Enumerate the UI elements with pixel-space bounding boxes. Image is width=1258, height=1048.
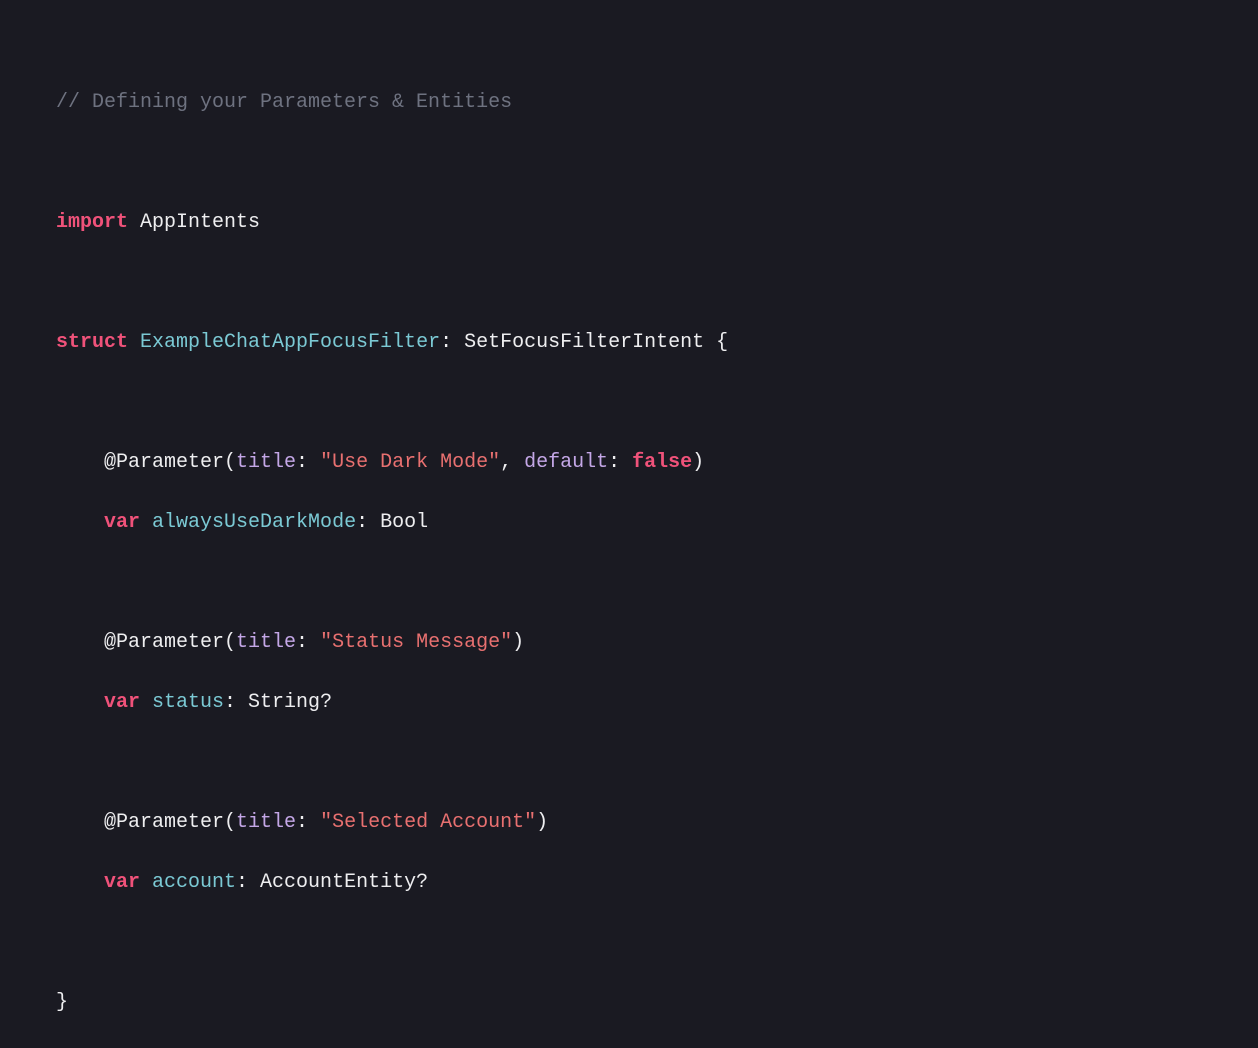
colon: : [296, 631, 320, 654]
code-line-close: } [56, 988, 1202, 1018]
code-line-blank [56, 928, 1202, 958]
close-brace: } [56, 991, 68, 1014]
code-line-comment: // Defining your Parameters & Entities [56, 88, 1202, 118]
code-line-param2-attr: @Parameter(title: "Status Message") [56, 628, 1202, 658]
var-keyword: var [104, 871, 140, 894]
code-line-blank [56, 268, 1202, 298]
param-attr-open: @Parameter( [56, 811, 236, 834]
code-line-blank [56, 388, 1202, 418]
string-literal: "Status Message" [320, 631, 512, 654]
paren-close: ) [512, 631, 524, 654]
indent [56, 871, 104, 894]
code-line-blank [56, 748, 1202, 778]
code-line-param2-var: var status: String? [56, 688, 1202, 718]
param-attr-open: @Parameter( [56, 451, 236, 474]
code-line-param3-attr: @Parameter(title: "Selected Account") [56, 808, 1202, 838]
param-attr-open: @Parameter( [56, 631, 236, 654]
param-default-label: default [524, 451, 608, 474]
param-title-label: title [236, 451, 296, 474]
code-line-param3-var: var account: AccountEntity? [56, 868, 1202, 898]
param-title-label: title [236, 631, 296, 654]
var-type: : Bool [356, 511, 428, 534]
paren-close: ) [692, 451, 704, 474]
param-title-label: title [236, 811, 296, 834]
struct-name: ExampleChatAppFocusFilter [128, 331, 440, 354]
var-name: alwaysUseDarkMode [140, 511, 356, 534]
colon: : [608, 451, 632, 474]
colon: : [296, 811, 320, 834]
code-line-blank [56, 148, 1202, 178]
code-line-param1-attr: @Parameter(title: "Use Dark Mode", defau… [56, 448, 1202, 478]
code-line-param1-var: var alwaysUseDarkMode: Bool [56, 508, 1202, 538]
import-keyword: import [56, 211, 128, 234]
var-type: : AccountEntity? [236, 871, 428, 894]
code-line-struct: struct ExampleChatAppFocusFilter: SetFoc… [56, 328, 1202, 358]
var-keyword: var [104, 511, 140, 534]
indent [56, 511, 104, 534]
struct-keyword: struct [56, 331, 128, 354]
colon: : [296, 451, 320, 474]
code-line-blank [56, 568, 1202, 598]
paren-close: ) [536, 811, 548, 834]
import-module: AppIntents [128, 211, 260, 234]
var-name: account [140, 871, 236, 894]
var-name: status [140, 691, 224, 714]
var-keyword: var [104, 691, 140, 714]
string-literal: "Selected Account" [320, 811, 536, 834]
code-block: // Defining your Parameters & Entities i… [56, 58, 1202, 1048]
comma: , [500, 451, 524, 474]
bool-literal: false [632, 451, 692, 474]
code-line-import: import AppIntents [56, 208, 1202, 238]
string-literal: "Use Dark Mode" [320, 451, 500, 474]
indent [56, 691, 104, 714]
struct-protocol: : SetFocusFilterIntent { [440, 331, 728, 354]
var-type: : String? [224, 691, 332, 714]
comment-text: // Defining your Parameters & Entities [56, 91, 512, 114]
